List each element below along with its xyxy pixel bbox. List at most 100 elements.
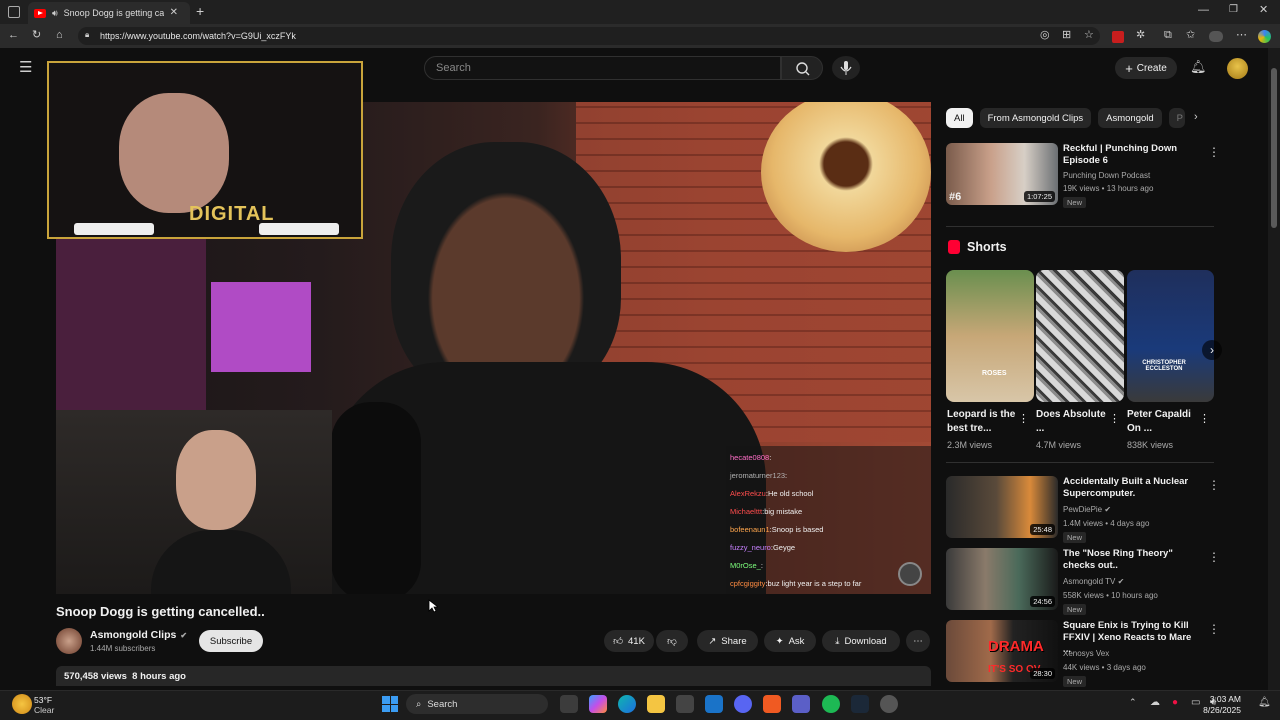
rec-title[interactable]: The "Nose Ring Theory" checks out..: [1063, 548, 1198, 572]
short-menu-icon[interactable]: ⋮: [1199, 412, 1210, 425]
rec-channel-name[interactable]: PewDiePie: [1063, 505, 1102, 514]
speaker-icon[interactable]: 🔊︎: [52, 8, 58, 18]
app-available-icon[interactable]: ⊞: [1062, 30, 1071, 41]
teams-icon[interactable]: [792, 695, 810, 713]
short-menu-icon[interactable]: ⋮: [1109, 412, 1120, 425]
weather-moon-icon[interactable]: [12, 694, 32, 714]
windows-start-icon[interactable]: [382, 696, 398, 712]
rec-title[interactable]: Accidentally Built a Nuclear Supercomput…: [1063, 476, 1198, 500]
file-explorer-icon[interactable]: [647, 695, 665, 713]
refresh-icon[interactable]: ↻: [32, 30, 41, 41]
rec-menu-icon[interactable]: ⋮: [1208, 622, 1220, 636]
share-button[interactable]: ↗ Share: [697, 630, 758, 652]
task-view-icon[interactable]: [560, 695, 578, 713]
weather-temp[interactable]: 53°F: [34, 695, 52, 705]
ask-button[interactable]: ✦ Ask: [764, 630, 816, 652]
extensions-puzzle-icon[interactable]: ✲: [1136, 30, 1145, 41]
short-thumbnail[interactable]: [1036, 270, 1124, 402]
rec-menu-icon[interactable]: ⋮: [1208, 550, 1220, 564]
chips-next-icon[interactable]: ›: [1194, 112, 1198, 123]
profile-icon[interactable]: [1209, 31, 1223, 42]
notifications-bell-icon[interactable]: 🔔︎: [1190, 60, 1207, 73]
recommendation-item[interactable]: DRAMA IT'S SO OV 28:30 Square Enix is Tr…: [946, 620, 1220, 687]
browser-tab[interactable]: 🔊︎ Snoop Dogg is getting cancelled.. ✕: [28, 2, 190, 24]
dislike-button[interactable]: 👎︎: [656, 630, 688, 652]
edge-browser-icon[interactable]: [618, 695, 636, 713]
split-screen-icon[interactable]: ⧉: [1164, 30, 1172, 41]
more-options-icon[interactable]: ⋯: [1236, 30, 1247, 41]
copilot-app-icon[interactable]: [589, 695, 607, 713]
search-button[interactable]: [781, 56, 823, 80]
chip-from-asmongold-clips[interactable]: From Asmongold Clips: [979, 108, 1092, 128]
outlook-icon[interactable]: [705, 695, 723, 713]
recommendation-item[interactable]: 25:48 Accidentally Built a Nuclear Super…: [946, 476, 1220, 543]
taskbar-search[interactable]: ⌕ Search: [406, 694, 548, 714]
steam-icon[interactable]: [851, 695, 869, 713]
window-menu-icon[interactable]: [8, 6, 20, 18]
close-window-icon[interactable]: ✕: [1259, 5, 1268, 16]
rec-channel[interactable]: PewDiePie ✔: [1063, 505, 1111, 514]
short-thumbnail[interactable]: CHRISTOPHER ECCLESTON: [1127, 270, 1214, 402]
more-actions-button[interactable]: ⋯: [906, 630, 930, 652]
chatgpt-icon[interactable]: [880, 695, 898, 713]
chip-all[interactable]: All: [946, 108, 973, 128]
read-aloud-icon[interactable]: ◎: [1040, 30, 1050, 41]
short-menu-icon[interactable]: ⋮: [1018, 412, 1029, 425]
rec-channel[interactable]: Asmongold TV ✔: [1063, 577, 1124, 586]
minimize-icon[interactable]: —: [1198, 5, 1209, 16]
tab-close-icon[interactable]: ✕: [170, 8, 178, 18]
extension-icon[interactable]: [1112, 31, 1124, 43]
short-title[interactable]: Peter Capaldi On ...: [1127, 408, 1199, 436]
menu-hamburger-icon[interactable]: ☰: [19, 60, 32, 75]
copilot-icon[interactable]: [1258, 30, 1271, 43]
subscribe-button[interactable]: Subscribe: [199, 630, 263, 652]
rec-title[interactable]: Reckful | Punching Down Episode 6: [1063, 143, 1198, 167]
rec-menu-icon[interactable]: ⋮: [1208, 478, 1220, 492]
new-tab-icon[interactable]: +: [196, 4, 204, 18]
clock-date[interactable]: 8/26/2025: [1199, 705, 1241, 715]
tray-overflow-icon[interactable]: ⌃: [1129, 698, 1137, 707]
scrollbar-thumb[interactable]: [1271, 68, 1277, 228]
voice-search-button[interactable]: [832, 56, 860, 80]
back-icon[interactable]: ←: [8, 30, 19, 41]
short-title[interactable]: Leopard is the best tre...: [947, 408, 1019, 436]
favorite-star-icon[interactable]: ☆: [1084, 30, 1094, 41]
rec-channel-name[interactable]: Asmongold TV: [1063, 577, 1115, 586]
rec-channel[interactable]: Xenosys Vex: [1063, 649, 1109, 658]
favorites-icon[interactable]: ✩: [1186, 30, 1195, 41]
description-box[interactable]: 570,458 views 8 hours ago: [56, 666, 931, 686]
video-thumbnail[interactable]: DRAMA IT'S SO OV 28:30: [946, 620, 1058, 682]
brave-icon[interactable]: [763, 695, 781, 713]
channel-name[interactable]: Asmongold Clips: [90, 629, 176, 641]
short-title[interactable]: Does Absolute ...: [1036, 408, 1108, 436]
discord-icon[interactable]: [734, 695, 752, 713]
download-button[interactable]: ⤓ Download: [822, 630, 900, 652]
like-button[interactable]: 👍︎ 41K: [604, 630, 654, 652]
chip-more[interactable]: P: [1168, 108, 1185, 128]
channel-avatar[interactable]: [56, 628, 82, 654]
page-scrollbar[interactable]: [1268, 48, 1280, 690]
lock-icon[interactable]: 🔒︎: [85, 31, 89, 39]
spotify-icon[interactable]: [822, 695, 840, 713]
mic-tray-icon[interactable]: ●: [1172, 698, 1178, 708]
notification-center-icon[interactable]: 🔔︎: [1258, 698, 1271, 708]
home-icon[interactable]: ⌂: [56, 30, 63, 41]
create-button[interactable]: + Create: [1115, 57, 1177, 79]
url-field[interactable]: 🔒︎ https://www.youtube.com/watch?v=G9Ui_…: [78, 27, 1100, 45]
video-thumbnail[interactable]: 24:56: [946, 548, 1058, 610]
shorts-next-icon[interactable]: ›: [1202, 340, 1222, 360]
rec-channel[interactable]: Punching Down Podcast: [1063, 171, 1150, 180]
onedrive-icon[interactable]: ☁: [1150, 698, 1160, 708]
rec-menu-icon[interactable]: ⋮: [1208, 145, 1220, 159]
channel-name-row[interactable]: Asmongold Clips ✔: [90, 629, 187, 641]
store-icon[interactable]: [676, 695, 694, 713]
clock-time[interactable]: 3:03 AM: [1209, 694, 1241, 704]
short-thumbnail[interactable]: ROSES: [946, 270, 1034, 402]
video-thumbnail[interactable]: #6 1:07:25: [946, 143, 1058, 205]
recommendation-item[interactable]: 24:56 The "Nose Ring Theory" checks out.…: [946, 548, 1220, 615]
recommendation-item[interactable]: #6 1:07:25 Reckful | Punching Down Episo…: [946, 143, 1220, 208]
maximize-icon[interactable]: ❐: [1229, 5, 1238, 15]
account-avatar[interactable]: [1227, 58, 1248, 79]
chip-asmongold[interactable]: Asmongold: [1098, 108, 1162, 128]
video-thumbnail[interactable]: 25:48: [946, 476, 1058, 538]
